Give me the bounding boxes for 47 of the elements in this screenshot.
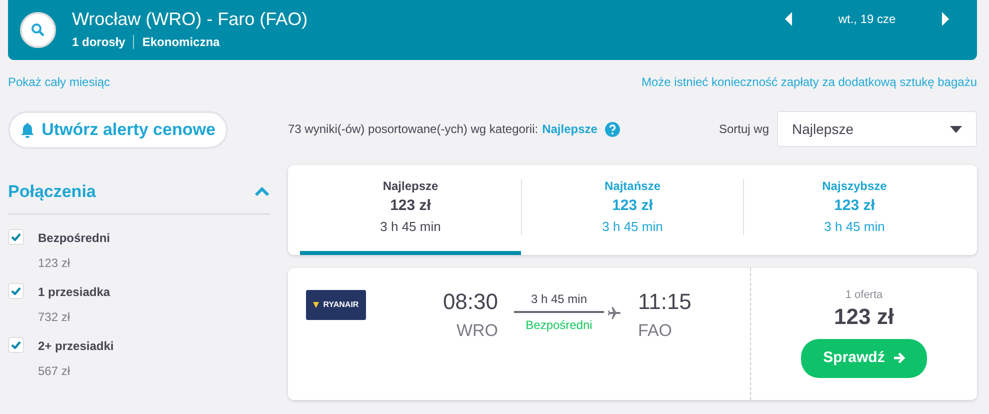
filter-option-price: 123 zł	[38, 254, 72, 272]
checkbox[interactable]	[8, 228, 24, 244]
search-icon	[31, 23, 45, 37]
arrival-airport-code: FAO	[638, 320, 674, 342]
arrival-time: 11:15	[638, 290, 692, 314]
sort-label: Sortuj wg	[718, 121, 769, 138]
check-button[interactable]: Sprawdź	[801, 339, 927, 378]
sort-dropdown[interactable]: Najlepsze	[777, 111, 977, 147]
sort-tab[interactable]: Najtańsze 123 zł 3 h 45 min	[522, 165, 743, 254]
date-text: wt., 19 cze	[837, 11, 897, 28]
route-title: Wrocław (WRO) - Faro (FAO)	[72, 9, 309, 29]
checkbox[interactable]	[8, 336, 24, 352]
airline-logo: RYANAIR	[306, 290, 366, 320]
arrow-right-icon	[892, 352, 905, 364]
filter-option-label[interactable]: 1 przesiadka	[38, 282, 110, 300]
departure-time: 08:30	[442, 290, 498, 314]
collapse-chevron-icon[interactable]	[254, 186, 270, 197]
help-icon[interactable]	[605, 122, 620, 136]
check-icon	[11, 232, 21, 240]
previous-date-icon[interactable]	[785, 12, 793, 26]
passengers-text: 1 dorosły	[72, 34, 126, 51]
filter-section-title: Połączenia	[8, 181, 96, 203]
sort-tab[interactable]: Najlepsze 123 zł 3 h 45 min	[300, 165, 521, 254]
dropdown-caret-icon	[950, 126, 962, 132]
check-icon	[11, 340, 21, 348]
check-icon	[11, 286, 21, 294]
results-summary-text: 73 wyniki(-ów) posortowane(-ych) wg kategorii:	[288, 121, 538, 138]
filter-option-price: 732 zł	[38, 308, 72, 326]
sort-tab[interactable]: Najszybsze 123 zł 3 h 45 min	[744, 165, 965, 254]
sort-category-link[interactable]: Najlepsze	[542, 120, 598, 138]
flight-price: 123 zł	[834, 303, 894, 331]
flight-duration: 3 h 45 min	[530, 290, 588, 308]
cabin-class-text: Ekonomiczna	[142, 34, 220, 51]
next-date-icon[interactable]	[941, 12, 949, 26]
filter-option-label[interactable]: Bezpośredni	[38, 228, 110, 246]
airplane-icon	[608, 306, 622, 320]
checkbox[interactable]	[8, 282, 24, 298]
filter-option-label[interactable]: 2+ przesiadki	[38, 336, 114, 354]
stops-text: Bezpośredni	[524, 316, 594, 334]
offers-count: 1 oferta	[845, 288, 883, 302]
show-month-link[interactable]: Pokaż cały miesiąc	[8, 73, 110, 91]
departure-airport-code: WRO	[455, 320, 498, 342]
baggage-fee-link[interactable]: Może istnieć konieczność zapłaty za dodatkową sztukę bagażu	[641, 73, 977, 91]
search-button[interactable]	[20, 12, 56, 48]
bell-icon	[20, 122, 34, 138]
price-alert-button[interactable]: Utwórz alerty cenowe	[8, 111, 228, 149]
filter-option-price: 567 zł	[38, 362, 72, 380]
